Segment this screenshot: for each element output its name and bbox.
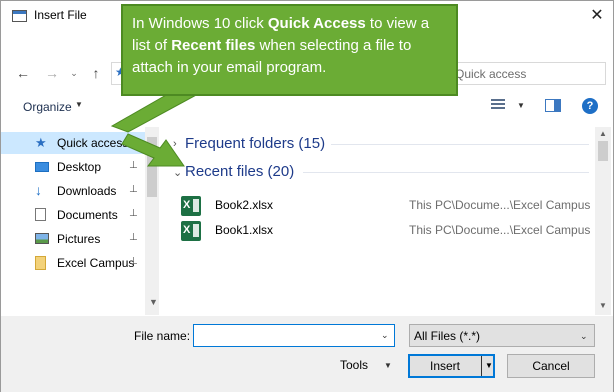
search-input[interactable]: Quick access <box>442 62 606 85</box>
dialog-footer: File name: ⌄ All Files (*.*) ⌄ Tools ▼ I… <box>1 316 613 392</box>
desktop-icon <box>35 162 49 172</box>
scroll-down-arrow-icon[interactable]: ▼ <box>599 301 607 310</box>
file-row-book2[interactable]: Book2.xlsx This PC\Docume...\Excel Campu… <box>173 194 593 218</box>
up-arrow-icon[interactable]: ↑ <box>87 64 105 82</box>
file-name-input[interactable] <box>193 324 395 347</box>
cancel-button[interactable]: Cancel <box>507 354 595 378</box>
forward-arrow-icon[interactable]: → <box>43 64 61 82</box>
sidebar-item-label: Downloads <box>57 184 117 198</box>
star-icon: ★ <box>35 135 47 150</box>
callout-text-bold: Recent files <box>171 37 256 54</box>
file-type-select[interactable]: All Files (*.*) ⌄ <box>409 324 595 347</box>
sidebar-item-label: Excel Campus <box>57 256 135 270</box>
chevron-down-icon[interactable]: ⌄ <box>381 330 389 341</box>
file-path: This PC\Docume...\Excel Campus <box>409 223 591 237</box>
excel-file-icon <box>181 221 201 241</box>
group-divider <box>331 144 589 145</box>
annotation-callout: In Windows 10 click Quick Access to view… <box>121 4 458 96</box>
command-bar: Organize ▼ ▼ ? <box>1 93 613 121</box>
pin-icon: ⊥ <box>129 208 138 219</box>
file-row-book1[interactable]: Book1.xlsx This PC\Docume...\Excel Campu… <box>173 219 593 243</box>
chevron-down-icon: ⌄ <box>580 331 588 341</box>
sidebar-item-label: Pictures <box>57 232 101 246</box>
help-icon[interactable]: ? <box>582 98 598 114</box>
chevron-down-icon[interactable]: ⌄ <box>173 166 182 179</box>
sidebar-item-downloads[interactable]: ↓ Downloads ⊥ <box>1 180 145 202</box>
sidebar-item-documents[interactable]: Documents ⊥ <box>1 204 145 226</box>
chevron-right-icon[interactable]: › <box>173 138 177 150</box>
pin-icon: ⊥ <box>129 256 138 267</box>
insert-button[interactable]: Insert ▼ <box>408 354 495 378</box>
sidebar-item-desktop[interactable]: Desktop ⊥ <box>1 156 145 178</box>
folder-icon <box>35 256 46 270</box>
file-list-scroll-thumb[interactable] <box>598 141 608 161</box>
sidebar-scroll-thumb[interactable] <box>147 137 157 197</box>
file-name-label: File name: <box>134 329 191 343</box>
group-label: Frequent folders (15) <box>185 135 326 152</box>
scroll-down-arrow-icon[interactable]: ▼ <box>149 297 158 307</box>
documents-icon <box>35 208 46 221</box>
tools-button[interactable]: Tools <box>340 358 368 372</box>
pin-icon: ⊥ <box>129 184 138 195</box>
view-options-icon[interactable] <box>491 99 505 112</box>
sidebar-item-label: Desktop <box>57 160 102 174</box>
sidebar-item-excel-campus[interactable]: Excel Campus ⊥ <box>1 252 145 274</box>
navigation-pane: ★ Quick access Desktop ⊥ ↓ Downloads ⊥ D… <box>1 127 159 315</box>
organize-button[interactable]: Organize <box>23 100 72 114</box>
chevron-down-icon[interactable]: ▼ <box>517 101 525 110</box>
chevron-down-icon[interactable]: ▼ <box>75 100 83 109</box>
preview-pane-icon[interactable] <box>545 99 561 112</box>
callout-text: In Windows 10 click Quick Access to view… <box>132 13 450 79</box>
file-list-pane: › Frequent folders (15) ⌄ Recent files (… <box>161 127 595 315</box>
window-title: Insert File <box>34 8 87 22</box>
download-icon: ↓ <box>35 182 42 198</box>
file-list-scrollbar[interactable] <box>595 127 611 315</box>
group-divider <box>303 172 589 173</box>
search-placeholder: Quick access <box>455 67 527 81</box>
split-divider <box>481 356 482 376</box>
group-label: Recent files (20) <box>185 163 295 180</box>
sidebar-item-label: Documents <box>57 208 118 222</box>
callout-text-part: In Windows 10 click <box>132 15 268 32</box>
insert-label: Insert <box>430 359 461 373</box>
pin-icon: ⊥ <box>129 232 138 243</box>
callout-text-bold: Quick Access <box>267 15 366 32</box>
excel-file-icon <box>181 196 201 216</box>
insert-options-chevron-icon[interactable]: ▼ <box>485 361 493 370</box>
sidebar-item-pictures[interactable]: Pictures ⊥ <box>1 228 145 250</box>
pictures-icon <box>35 233 49 244</box>
cancel-label: Cancel <box>532 359 570 373</box>
sidebar-scrollbar[interactable] <box>145 127 159 315</box>
scroll-up-arrow-icon[interactable]: ▲ <box>599 129 607 138</box>
file-name: Book1.xlsx <box>215 223 274 237</box>
file-type-value: All Files (*.*) <box>414 329 481 343</box>
pin-icon: ⊥ <box>129 160 138 171</box>
close-icon[interactable]: ✕ <box>587 7 607 25</box>
recent-locations-chevron-icon[interactable]: ⌄ <box>65 64 83 82</box>
chevron-down-icon[interactable]: ▼ <box>384 361 392 370</box>
file-name: Book2.xlsx <box>215 198 274 212</box>
file-path: This PC\Docume...\Excel Campus <box>409 198 591 212</box>
window-icon <box>12 10 27 22</box>
back-arrow-icon[interactable]: ← <box>14 64 32 82</box>
sidebar-item-quick-access[interactable]: ★ Quick access <box>1 132 145 154</box>
sidebar-item-label: Quick access <box>57 136 129 150</box>
